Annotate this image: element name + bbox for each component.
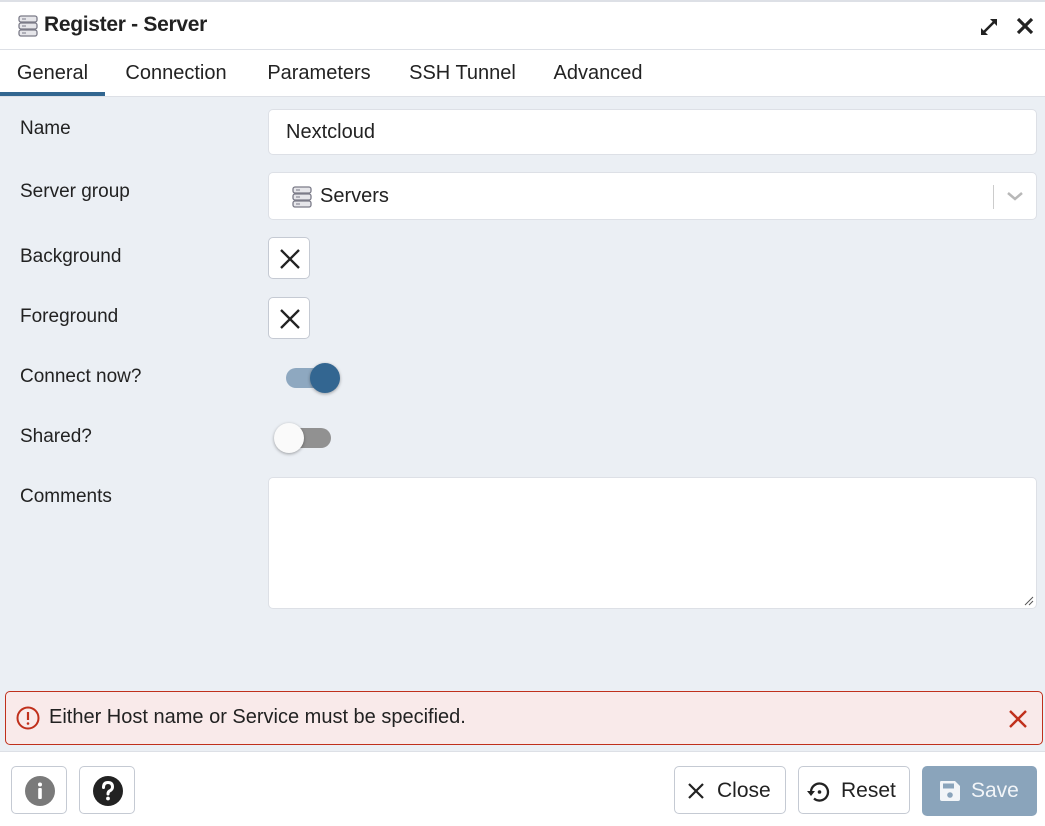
- no-color-icon: [280, 249, 300, 269]
- tab-bar: General Connection Parameters SSH Tunnel…: [0, 50, 1045, 97]
- info-button[interactable]: [11, 766, 67, 814]
- resize-handle-icon[interactable]: [1024, 596, 1034, 606]
- foreground-label: Foreground: [20, 306, 119, 327]
- reset-button[interactable]: Reset: [798, 766, 910, 814]
- comments-textarea[interactable]: [268, 477, 1037, 609]
- save-icon: [940, 781, 960, 801]
- help-icon: [93, 776, 123, 806]
- foreground-color-picker[interactable]: [268, 297, 310, 339]
- server-group-select[interactable]: Servers: [268, 172, 1037, 220]
- save-button-label: Save: [971, 779, 1019, 802]
- background-color-picker[interactable]: [268, 237, 310, 279]
- background-label: Background: [20, 246, 122, 267]
- close-icon[interactable]: [1015, 16, 1035, 36]
- error-alert: Either Host name or Service must be spec…: [5, 691, 1043, 745]
- dialog-title: Register - Server: [44, 13, 207, 36]
- tab-ssh-tunnel[interactable]: SSH Tunnel: [391, 50, 534, 96]
- close-button-label: Close: [717, 779, 771, 802]
- shared-toggle[interactable]: [274, 423, 334, 455]
- connect-now-toggle[interactable]: [286, 363, 342, 395]
- chevron-down-icon[interactable]: [1006, 190, 1024, 202]
- tab-connection[interactable]: Connection: [105, 50, 247, 96]
- tab-advanced[interactable]: Advanced: [534, 50, 662, 96]
- dismiss-alert-icon[interactable]: [1008, 709, 1028, 729]
- comments-label: Comments: [20, 486, 112, 507]
- name-label: Name: [20, 118, 71, 139]
- select-separator: [993, 185, 994, 209]
- server-group-value: Servers: [320, 185, 389, 207]
- name-value: Nextcloud: [286, 121, 375, 143]
- reset-button-label: Reset: [841, 779, 896, 802]
- connect-now-label: Connect now?: [20, 366, 142, 387]
- dialog-footer: Close Reset Save: [0, 751, 1045, 826]
- tab-general[interactable]: General: [0, 50, 105, 96]
- toggle-knob: [274, 423, 304, 453]
- no-color-icon: [280, 309, 300, 329]
- server-group-icon: [292, 186, 312, 208]
- close-button[interactable]: Close: [674, 766, 786, 814]
- help-button[interactable]: [79, 766, 135, 814]
- server-icon: [18, 15, 38, 37]
- name-input[interactable]: Nextcloud: [268, 109, 1037, 155]
- shared-label: Shared?: [20, 426, 92, 447]
- error-icon: [16, 706, 40, 730]
- toggle-knob: [310, 363, 340, 393]
- save-button[interactable]: Save: [922, 766, 1037, 816]
- reset-icon: [807, 782, 830, 802]
- info-icon: [25, 776, 55, 806]
- tab-parameters[interactable]: Parameters: [247, 50, 391, 96]
- error-message: Either Host name or Service must be spec…: [49, 706, 466, 728]
- close-icon: [688, 783, 704, 799]
- dialog-titlebar: Register - Server: [0, 0, 1045, 50]
- expand-icon[interactable]: [978, 16, 1000, 38]
- server-group-label: Server group: [20, 181, 130, 202]
